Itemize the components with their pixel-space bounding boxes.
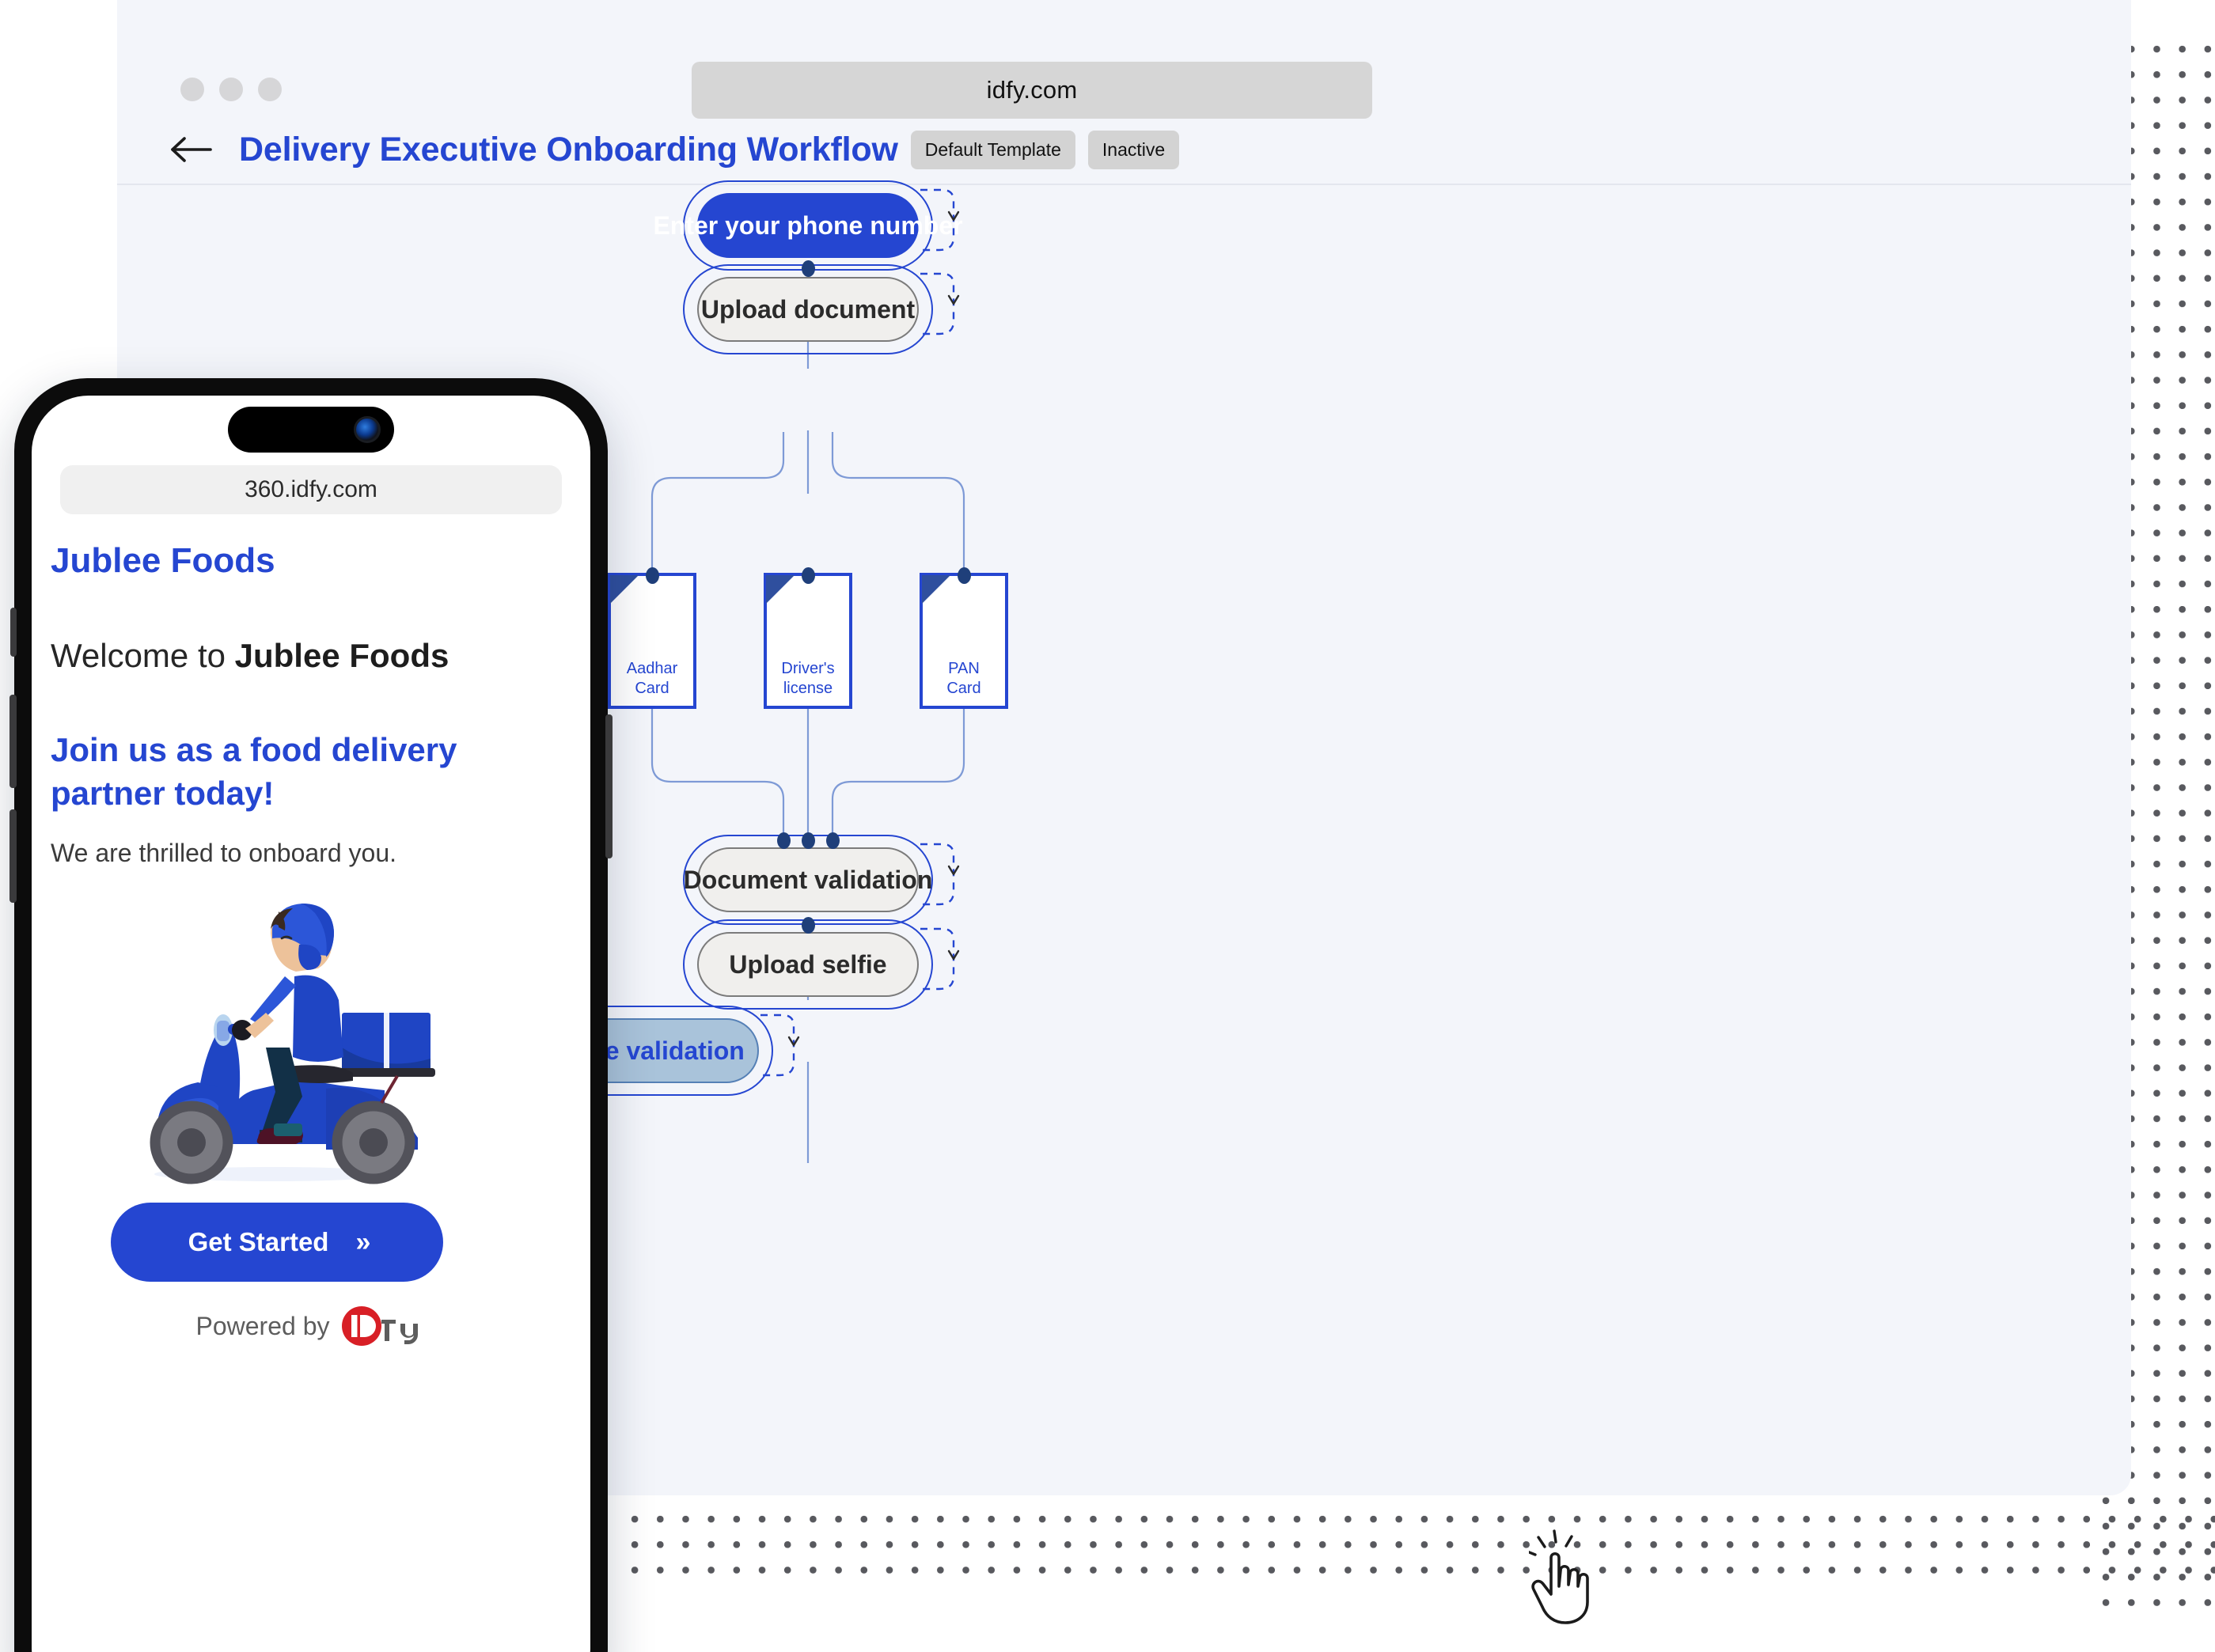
- badge-inactive: Inactive: [1087, 130, 1180, 169]
- connector-dot: [777, 832, 791, 849]
- node-body[interactable]: Document validation: [684, 847, 932, 912]
- phone-address-bar-url: 360.idfy.com: [245, 476, 377, 502]
- connector-dot: [958, 567, 971, 584]
- node-label: Enter your phone number: [653, 210, 963, 240]
- document-card-label: PAN Card: [946, 659, 981, 698]
- page-title: Delivery Executive Onboarding Workflow: [239, 130, 898, 169]
- address-bar[interactable]: idfy.com: [692, 62, 1372, 119]
- document-card-aadhar[interactable]: Aadhar Card: [608, 573, 696, 709]
- minimize-dot[interactable]: [219, 78, 243, 101]
- document-card-label: Driver's license: [781, 659, 835, 698]
- node-body[interactable]: Enter your phone number: [653, 193, 963, 258]
- welcome-text: Welcome to Jublee Foods: [51, 637, 567, 675]
- document-card-drivers-license[interactable]: Driver's license: [764, 573, 852, 709]
- get-started-label: Get Started: [188, 1227, 329, 1256]
- delivery-scooter-rider-illustration: [150, 904, 435, 1184]
- window-traffic-lights: [180, 78, 282, 101]
- address-bar-url: idfy.com: [986, 76, 1078, 104]
- connector-dot: [802, 567, 815, 584]
- node-body[interactable]: Upload document: [697, 277, 919, 342]
- subtext: We are thrilled to onboard you.: [51, 839, 396, 867]
- app-brand-title: Jublee Foods: [51, 541, 275, 580]
- screenshot-root: idfy.com Delivery Executive Onboarding W…: [0, 0, 2215, 1652]
- node-label: Document validation: [683, 865, 933, 894]
- phone-mockup: 360.idfy.com Jublee Foods Welcome to Jub…: [9, 378, 613, 1652]
- browser-chrome: idfy.com: [117, 0, 2131, 119]
- document-card-label: Aadhar Card: [626, 659, 678, 698]
- phone-power-button[interactable]: [605, 714, 613, 858]
- idfy-logo: [342, 1306, 419, 1346]
- front-camera-icon: [354, 416, 381, 443]
- dynamic-island: [228, 407, 394, 453]
- powered-by-footer: Powered by: [32, 1304, 590, 1348]
- connector-dot: [646, 567, 659, 584]
- badge-default-template: Default Template: [910, 130, 1075, 169]
- connector-dot: [802, 832, 815, 849]
- powered-by-label: Powered by: [195, 1311, 330, 1340]
- arrow-left-icon[interactable]: [169, 134, 214, 165]
- phone-mute-switch[interactable]: [10, 608, 17, 657]
- phone-volume-down-button[interactable]: [9, 809, 17, 903]
- welcome-brand: Jublee Foods: [234, 637, 449, 674]
- get-started-button[interactable]: Get Started »: [111, 1203, 443, 1282]
- close-dot[interactable]: [180, 78, 204, 101]
- double-chevron-right-icon: »: [355, 1226, 370, 1257]
- decorative-dot-grid-bottom: [617, 1502, 2215, 1584]
- node-body[interactable]: Upload selfie: [697, 932, 919, 997]
- phone-address-bar[interactable]: 360.idfy.com: [60, 465, 562, 514]
- welcome-prefix: Welcome to: [51, 637, 235, 674]
- connector-dot: [802, 917, 815, 934]
- phone-screen: 360.idfy.com Jublee Foods Welcome to Jub…: [32, 396, 590, 1652]
- phone-volume-up-button[interactable]: [9, 695, 17, 788]
- connector-dot: [802, 260, 815, 277]
- page-fold-corner-icon: [610, 575, 639, 604]
- maximize-dot[interactable]: [258, 78, 282, 101]
- workflow-node-upload-document[interactable]: Upload document: [683, 264, 960, 354]
- connector-dot: [826, 832, 840, 849]
- page-fold-corner-icon: [766, 575, 795, 604]
- document-card-pan[interactable]: PAN Card: [920, 573, 1008, 709]
- headline-text: Join us as a food delivery partner today…: [51, 731, 457, 813]
- node-label: Upload document: [700, 294, 916, 324]
- workflow-node-enter-phone-number[interactable]: Enter your phone number: [653, 180, 963, 271]
- page-fold-corner-icon: [922, 575, 950, 604]
- node-label: Upload selfie: [729, 949, 887, 979]
- page-header: Delivery Executive Onboarding Workflow D…: [117, 116, 2131, 185]
